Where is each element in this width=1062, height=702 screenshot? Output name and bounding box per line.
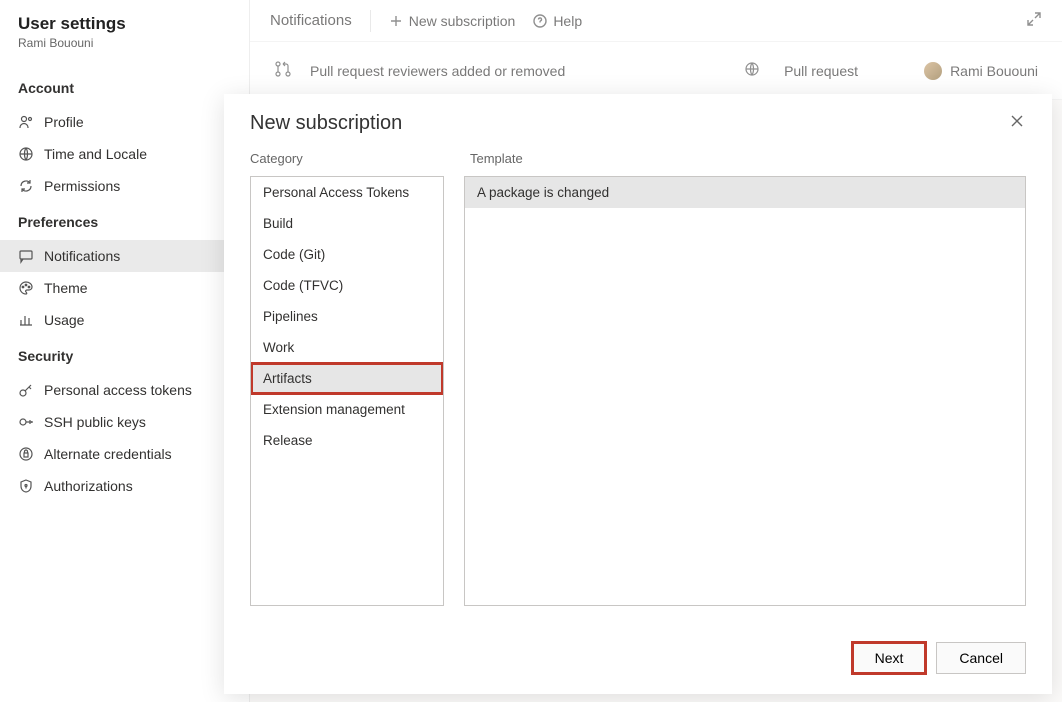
expand-button[interactable]	[1026, 11, 1042, 30]
section-preferences: Preferences	[0, 202, 249, 240]
category-item[interactable]: Extension management	[251, 394, 443, 425]
template-list[interactable]: A package is changed	[464, 176, 1026, 606]
sidebar-user: Rami Bououni	[18, 36, 231, 50]
category-item[interactable]: Code (Git)	[251, 239, 443, 270]
dialog-title: New subscription	[250, 112, 402, 135]
help-icon	[533, 14, 547, 28]
category-label: Category	[250, 151, 444, 166]
close-button[interactable]	[1008, 112, 1026, 133]
category-item[interactable]: Build	[251, 208, 443, 239]
nav-time-locale[interactable]: Time and Locale	[0, 138, 249, 170]
nav-label: Permissions	[44, 178, 120, 194]
nav-alt-creds[interactable]: Alternate credentials	[0, 438, 249, 470]
nav-profile[interactable]: Profile	[0, 106, 249, 138]
close-icon	[1010, 114, 1024, 128]
nav-label: Theme	[44, 280, 88, 296]
nav-label: Usage	[44, 312, 84, 328]
nav-pat[interactable]: Personal access tokens	[0, 374, 249, 406]
nav-label: Time and Locale	[44, 146, 147, 162]
cancel-button[interactable]: Cancel	[936, 642, 1026, 674]
nav-authorizations[interactable]: Authorizations	[0, 470, 249, 502]
refresh-icon	[18, 178, 34, 194]
category-item[interactable]: Pipelines	[251, 301, 443, 332]
lock-icon	[18, 446, 34, 462]
notification-row[interactable]: Pull request reviewers added or removed …	[250, 42, 1062, 100]
key-icon	[18, 382, 34, 398]
expand-icon	[1026, 11, 1042, 27]
notification-description: Pull request reviewers added or removed	[310, 63, 724, 79]
nav-theme[interactable]: Theme	[0, 272, 249, 304]
nav-label: Profile	[44, 114, 84, 130]
nav-label: Alternate credentials	[44, 446, 172, 462]
new-subscription-dialog: New subscription Category Template Perso…	[224, 94, 1052, 694]
template-item[interactable]: A package is changed	[465, 177, 1025, 208]
category-item[interactable]: Code (TFVC)	[251, 270, 443, 301]
nav-ssh[interactable]: SSH public keys	[0, 406, 249, 438]
toolbar-title: Notifications	[270, 12, 352, 29]
shield-icon	[18, 478, 34, 494]
notification-user-name: Rami Bououni	[950, 63, 1038, 79]
ssh-key-icon	[18, 414, 34, 430]
nav-label: SSH public keys	[44, 414, 146, 430]
nav-usage[interactable]: Usage	[0, 304, 249, 336]
new-subscription-button[interactable]: New subscription	[389, 13, 516, 29]
category-list[interactable]: Personal Access TokensBuildCode (Git)Cod…	[250, 176, 444, 606]
toolbar-separator	[370, 10, 371, 32]
notification-type: Pull request	[784, 63, 924, 79]
category-item[interactable]: Work	[251, 332, 443, 363]
template-label: Template	[470, 151, 523, 166]
nav-label: Notifications	[44, 248, 120, 264]
globe-icon	[18, 146, 34, 162]
category-item[interactable]: Release	[251, 425, 443, 456]
help-button[interactable]: Help	[533, 13, 582, 29]
person-icon	[18, 114, 34, 130]
chat-icon	[18, 248, 34, 264]
next-button[interactable]: Next	[852, 642, 927, 674]
new-subscription-label: New subscription	[409, 13, 516, 29]
notification-user: Rami Bououni	[924, 62, 1038, 80]
paint-icon	[18, 280, 34, 296]
avatar	[924, 62, 942, 80]
category-item[interactable]: Artifacts	[251, 363, 443, 394]
help-label: Help	[553, 13, 582, 29]
plus-icon	[389, 14, 403, 28]
nav-label: Personal access tokens	[44, 382, 192, 398]
web-icon	[744, 61, 764, 80]
toolbar: Notifications New subscription Help	[250, 0, 1062, 42]
sidebar: User settings Rami Bououni Account Profi…	[0, 0, 250, 702]
section-security: Security	[0, 336, 249, 374]
nav-notifications[interactable]: Notifications	[0, 240, 249, 272]
category-item[interactable]: Personal Access Tokens	[251, 177, 443, 208]
bar-chart-icon	[18, 312, 34, 328]
nav-label: Authorizations	[44, 478, 133, 494]
sidebar-title: User settings	[18, 14, 231, 34]
nav-permissions[interactable]: Permissions	[0, 170, 249, 202]
section-account: Account	[0, 68, 249, 106]
pull-request-icon	[274, 60, 294, 81]
